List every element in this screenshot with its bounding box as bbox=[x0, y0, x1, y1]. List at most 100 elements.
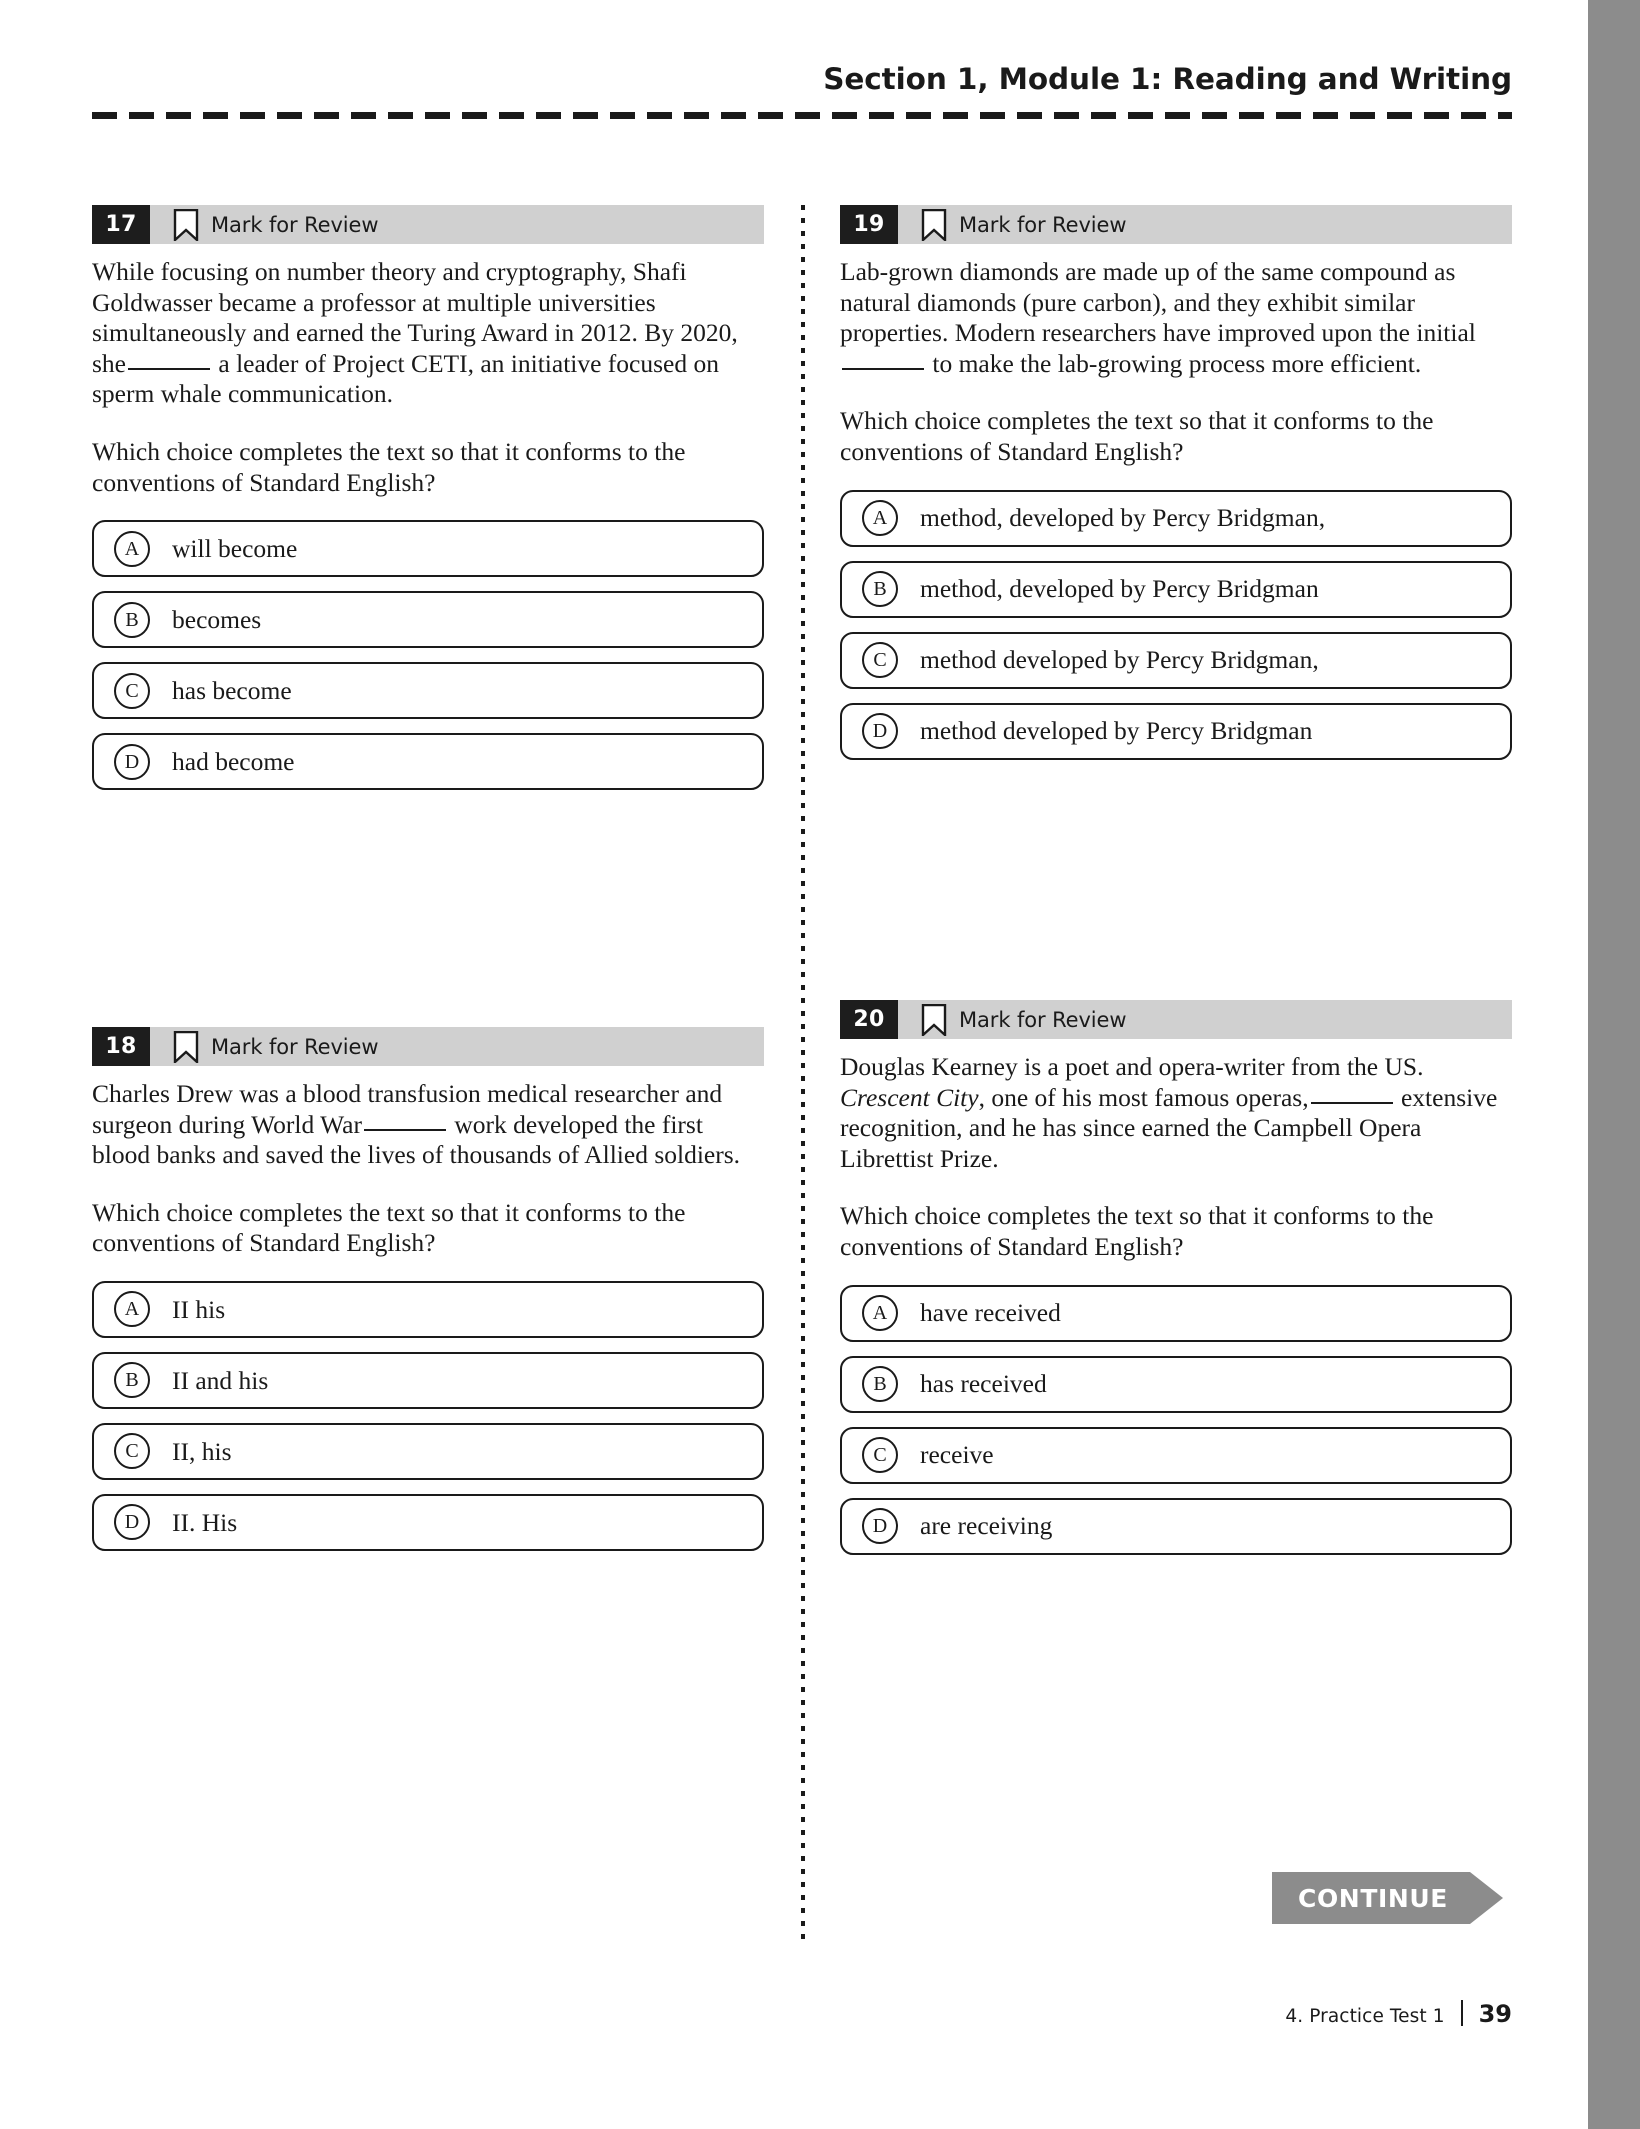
choice-letter: D bbox=[114, 743, 150, 780]
question-19-choices: A method, developed by Percy Bridgman, B… bbox=[840, 489, 1512, 760]
choice-text: receive bbox=[920, 1440, 994, 1470]
bookmark-icon[interactable] bbox=[917, 1000, 951, 1039]
passage-title-italic: Crescent City bbox=[840, 1082, 979, 1112]
choice-option[interactable]: B II and his bbox=[92, 1351, 764, 1409]
bookmark-icon[interactable] bbox=[917, 205, 951, 244]
question-19-header: 19 Mark for Review bbox=[840, 205, 1512, 244]
question-18-header: 18 Mark for Review bbox=[92, 1027, 764, 1066]
question-17-prompt: Which choice completes the text so that … bbox=[92, 436, 686, 497]
bookmark-icon[interactable] bbox=[169, 205, 203, 244]
question-17: 17 Mark for Review While focusing on num… bbox=[92, 205, 764, 804]
choice-text: becomes bbox=[172, 604, 262, 634]
choice-letter: A bbox=[114, 1291, 150, 1328]
choice-letter: B bbox=[114, 601, 150, 638]
mark-for-review-label[interactable]: Mark for Review bbox=[959, 1000, 1127, 1039]
continue-button-label: CONTINUE bbox=[1272, 1872, 1470, 1924]
choice-option[interactable]: C II, his bbox=[92, 1422, 764, 1480]
question-20-number: 20 bbox=[840, 1000, 898, 1039]
arrow-right-icon bbox=[1469, 1872, 1503, 1924]
page-number: 39 bbox=[1478, 2000, 1512, 2028]
choice-option[interactable]: D had become bbox=[92, 733, 764, 791]
choice-text: II his bbox=[172, 1294, 226, 1324]
choice-option[interactable]: A II his bbox=[92, 1280, 764, 1338]
question-17-header: 17 Mark for Review bbox=[92, 205, 764, 244]
passage-text-part1: Lab-grown diamonds are made up of the sa… bbox=[840, 257, 1476, 348]
question-17-passage: While focusing on number theory and cryp… bbox=[92, 257, 764, 410]
choice-text: II and his bbox=[172, 1365, 269, 1395]
choice-option[interactable]: D II. His bbox=[92, 1493, 764, 1551]
question-18-number: 18 bbox=[92, 1027, 150, 1066]
mark-for-review-label[interactable]: Mark for Review bbox=[959, 205, 1127, 244]
continue-button[interactable]: CONTINUE bbox=[1272, 1872, 1503, 1924]
choice-option[interactable]: A have received bbox=[840, 1284, 1512, 1342]
question-18-passage: Charles Drew was a blood transfusion med… bbox=[92, 1079, 764, 1171]
passage-text-part2: to make the lab-growing process more eff… bbox=[932, 348, 1422, 378]
question-19: 19 Mark for Review Lab-grown diamonds ar… bbox=[840, 205, 1512, 774]
question-17-number: 17 bbox=[92, 205, 150, 244]
choice-option[interactable]: B method, developed by Percy Bridgman bbox=[840, 560, 1512, 618]
choice-text: has become bbox=[172, 675, 292, 705]
choice-option[interactable]: D are receiving bbox=[840, 1497, 1512, 1555]
choice-text: have received bbox=[920, 1298, 1061, 1328]
blank-underline bbox=[842, 367, 924, 370]
choice-letter: C bbox=[114, 672, 150, 709]
blank-underline bbox=[128, 367, 210, 370]
choice-text: II, his bbox=[172, 1436, 232, 1466]
choice-letter: B bbox=[862, 571, 898, 608]
choice-letter: C bbox=[114, 1433, 150, 1470]
passage-text-part1: Douglas Kearney is a poet and opera-writ… bbox=[840, 1052, 1424, 1081]
blank-underline bbox=[1310, 1101, 1393, 1104]
page-title: Section 1, Module 1: Reading and Writing bbox=[823, 62, 1512, 96]
question-20-header: 20 Mark for Review bbox=[840, 1000, 1512, 1039]
header-dashed-rule bbox=[92, 112, 1512, 120]
choice-letter: D bbox=[862, 713, 898, 750]
choice-text: method, developed by Percy Bridgman bbox=[920, 574, 1319, 604]
question-20-choices: A have received B has received C receive bbox=[840, 1284, 1512, 1555]
choice-option[interactable]: B has received bbox=[840, 1355, 1512, 1413]
choice-letter: A bbox=[862, 1295, 898, 1332]
choice-letter: D bbox=[114, 1504, 150, 1541]
exam-page: Section 1, Module 1: Reading and Writing… bbox=[0, 0, 1640, 2129]
mark-for-review-label[interactable]: Mark for Review bbox=[211, 1027, 379, 1066]
blank-underline bbox=[364, 1128, 446, 1131]
choice-text: II. His bbox=[172, 1507, 238, 1537]
question-20-passage: Douglas Kearney is a poet and opera-writ… bbox=[840, 1052, 1512, 1174]
choice-option[interactable]: B becomes bbox=[92, 591, 764, 649]
footer-divider bbox=[1460, 2000, 1463, 2026]
question-17-choices: A will become B becomes C has become D h… bbox=[92, 520, 764, 791]
question-20: 20 Mark for Review Douglas Kearney is a … bbox=[840, 1000, 1512, 1569]
question-19-number: 19 bbox=[840, 205, 898, 244]
choice-text: has received bbox=[920, 1369, 1047, 1399]
page-edge-bar bbox=[1588, 0, 1640, 2129]
page-footer: 4. Practice Test 1 39 bbox=[92, 1996, 1512, 2028]
choice-letter: A bbox=[114, 530, 150, 567]
choice-letter: C bbox=[862, 642, 898, 679]
page-header: Section 1, Module 1: Reading and Writing bbox=[92, 62, 1512, 120]
passage-text-part1b: , one of his most famous operas, bbox=[978, 1082, 1309, 1112]
question-18-choices: A II his B II and his C II, his D II. Hi… bbox=[92, 1280, 764, 1551]
bookmark-icon[interactable] bbox=[169, 1027, 203, 1066]
question-19-passage: Lab-grown diamonds are made up of the sa… bbox=[840, 257, 1512, 379]
column-divider bbox=[801, 205, 805, 1940]
choice-letter: B bbox=[862, 1366, 898, 1403]
choice-option[interactable]: A method, developed by Percy Bridgman, bbox=[840, 489, 1512, 547]
choice-letter: D bbox=[862, 1508, 898, 1545]
choice-letter: A bbox=[862, 500, 898, 537]
choice-option[interactable]: C method developed by Percy Bridgman, bbox=[840, 631, 1512, 689]
choice-letter: B bbox=[114, 1362, 150, 1399]
footer-test-label: 4. Practice Test 1 bbox=[1285, 2006, 1445, 2027]
question-18-prompt: Which choice completes the text so that … bbox=[92, 1197, 686, 1258]
question-20-prompt: Which choice completes the text so that … bbox=[840, 1201, 1434, 1261]
choice-option[interactable]: C receive bbox=[840, 1426, 1512, 1484]
choice-option[interactable]: C has become bbox=[92, 662, 764, 720]
choice-option[interactable]: D method developed by Percy Bridgman bbox=[840, 702, 1512, 760]
page-content: Section 1, Module 1: Reading and Writing… bbox=[0, 0, 1588, 2129]
choice-text: method developed by Percy Bridgman bbox=[920, 716, 1313, 746]
question-18: 18 Mark for Review Charles Drew was a bl… bbox=[92, 1027, 764, 1565]
choice-text: are receiving bbox=[920, 1511, 1053, 1541]
choice-text: method, developed by Percy Bridgman, bbox=[920, 503, 1326, 533]
choice-text: will become bbox=[172, 533, 298, 563]
mark-for-review-label[interactable]: Mark for Review bbox=[211, 205, 379, 244]
choice-option[interactable]: A will become bbox=[92, 520, 764, 578]
choice-text: had become bbox=[172, 746, 295, 776]
